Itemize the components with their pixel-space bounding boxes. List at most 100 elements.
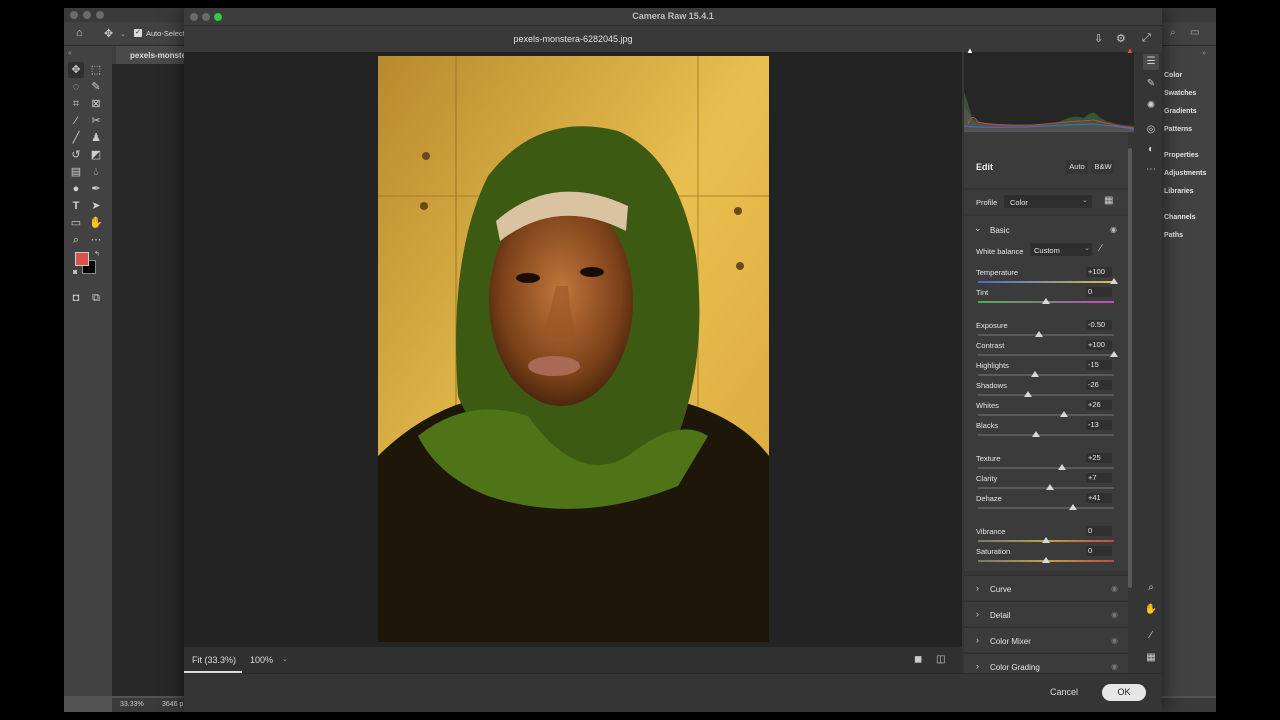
gear-icon[interactable]: ⚙ xyxy=(1116,32,1126,45)
collapse-icon[interactable]: « xyxy=(68,50,72,57)
frame-tool-icon[interactable]: ⊠ xyxy=(88,96,104,112)
expand-panels-icon[interactable]: » xyxy=(1202,50,1206,57)
more-icon[interactable]: ⋯ xyxy=(1143,162,1159,178)
panel-channels[interactable]: Channels xyxy=(1164,214,1196,221)
grid-overlay-icon[interactable]: ▦ xyxy=(1143,650,1159,666)
panel-scrollbar[interactable] xyxy=(1128,148,1132,588)
healing-tool-icon[interactable]: ✂ xyxy=(88,113,104,129)
single-view-icon[interactable]: ◼ xyxy=(914,654,922,665)
zoom-icon[interactable]: ⌕ xyxy=(1143,580,1159,596)
slider-track[interactable] xyxy=(978,374,1114,376)
slider-thumb[interactable] xyxy=(1035,331,1044,337)
panel-adjustments[interactable]: Adjustments xyxy=(1164,170,1206,177)
hand-tool-icon[interactable]: ✋ xyxy=(88,215,104,231)
slider-value-field[interactable]: -0.50 xyxy=(1086,320,1112,330)
path-select-tool-icon[interactable]: ➤ xyxy=(88,198,104,214)
slider-track[interactable] xyxy=(978,354,1114,356)
slider-thumb[interactable] xyxy=(1024,391,1033,397)
minimize-window-button[interactable] xyxy=(83,11,91,19)
panel-libraries[interactable]: Libraries xyxy=(1164,188,1194,195)
healing-icon[interactable]: ✺ xyxy=(1143,98,1159,114)
slider-value-field[interactable]: +100 xyxy=(1086,267,1112,277)
auto-select-checkbox[interactable]: ✓ xyxy=(134,29,142,37)
brush-tool-icon[interactable]: ╱ xyxy=(68,130,84,146)
color-sampler-icon[interactable]: ⁄ xyxy=(1143,628,1159,644)
eye-icon[interactable]: ◉ xyxy=(1111,584,1118,593)
highlight-clipping-icon[interactable]: ▲ xyxy=(1126,46,1134,55)
eye-icon[interactable]: ◉ xyxy=(1111,610,1118,619)
slider-value-field[interactable]: +41 xyxy=(1086,493,1112,503)
foreground-color-swatch[interactable] xyxy=(75,252,89,266)
type-tool-icon[interactable]: T xyxy=(68,198,84,214)
masking-icon[interactable]: ◎ xyxy=(1143,122,1159,138)
panel-patterns[interactable]: Patterns xyxy=(1164,126,1192,133)
gradient-tool-icon[interactable]: ▤ xyxy=(68,164,84,180)
quick-mask-icon[interactable]: ◘ xyxy=(68,290,84,306)
before-after-icon[interactable]: ◫ xyxy=(936,654,945,665)
slider-value-field[interactable]: -26 xyxy=(1086,380,1112,390)
screen-mode-icon[interactable]: ⧉ xyxy=(88,290,104,306)
fullscreen-toggle-icon[interactable]: ⤢ xyxy=(1142,32,1151,45)
profile-browser-icon[interactable]: ▦ xyxy=(1104,195,1113,206)
stamp-tool-icon[interactable]: ♟ xyxy=(88,130,104,146)
save-icon[interactable]: ⇩ xyxy=(1094,32,1103,45)
slider-thumb[interactable] xyxy=(1059,411,1068,417)
chevron-down-icon[interactable]: ⌄ xyxy=(120,30,126,38)
slider-value-field[interactable]: -13 xyxy=(1086,420,1112,430)
cancel-button[interactable]: Cancel xyxy=(1050,687,1078,697)
slider-track[interactable] xyxy=(978,414,1114,416)
panel-swatches[interactable]: Swatches xyxy=(1164,90,1196,97)
crop-tool-icon[interactable]: ⌗ xyxy=(68,96,84,112)
quick-select-tool-icon[interactable]: ✎ xyxy=(88,79,104,95)
shadow-clipping-icon[interactable]: ▲ xyxy=(966,46,974,55)
profile-select[interactable]: Color ⌄ xyxy=(1004,195,1092,208)
eye-icon[interactable]: ◉ xyxy=(1111,662,1118,671)
slider-track[interactable] xyxy=(978,507,1114,509)
slider-value-field[interactable]: +100 xyxy=(1086,340,1112,350)
zoom-100-button[interactable]: 100% xyxy=(250,655,273,665)
history-brush-icon[interactable]: ↺ xyxy=(68,147,84,163)
slider-track[interactable] xyxy=(978,281,1114,283)
ok-button[interactable]: OK xyxy=(1102,684,1146,701)
panel-color[interactable]: Color xyxy=(1164,72,1182,79)
slider-track[interactable] xyxy=(978,334,1114,336)
home-icon[interactable]: ⌂ xyxy=(76,27,83,39)
zoom-fit-button[interactable]: Fit (33.3%) xyxy=(184,647,242,673)
blur-tool-icon[interactable]: 💧︎ xyxy=(88,164,104,180)
slider-value-field[interactable]: +7 xyxy=(1086,473,1112,483)
eye-icon[interactable]: ◉ xyxy=(1111,636,1118,645)
search-icon[interactable]: ⌕ xyxy=(1170,27,1176,38)
move-tool-icon[interactable]: ✥ xyxy=(104,27,113,40)
slider-thumb[interactable] xyxy=(1042,557,1050,563)
slider-track[interactable] xyxy=(978,394,1114,396)
slider-thumb[interactable] xyxy=(1069,504,1078,510)
hand-icon[interactable]: ✋ xyxy=(1143,602,1159,618)
slider-track[interactable] xyxy=(978,467,1114,469)
section-color-mixer[interactable]: › Color Mixer ◉ xyxy=(964,627,1128,652)
slider-thumb[interactable] xyxy=(1058,464,1067,470)
slider-value-field[interactable]: 0 xyxy=(1086,526,1112,536)
section-detail[interactable]: › Detail ◉ xyxy=(964,601,1128,626)
workspace-icon[interactable]: ▭ xyxy=(1190,27,1199,38)
default-colors-icon[interactable]: ◙ xyxy=(73,269,77,276)
close-window-button[interactable] xyxy=(70,11,78,19)
more-tools-icon[interactable]: ⋯ xyxy=(88,232,104,248)
slider-value-field[interactable]: +26 xyxy=(1086,400,1112,410)
slider-value-field[interactable]: 0 xyxy=(1086,546,1112,556)
slider-thumb[interactable] xyxy=(1031,371,1040,377)
move-tool-icon[interactable]: ✥ xyxy=(68,62,84,78)
section-color-grading[interactable]: › Color Grading ◉ xyxy=(964,653,1128,673)
slider-track[interactable] xyxy=(978,434,1114,436)
section-curve[interactable]: › Curve ◉ xyxy=(964,575,1128,600)
marquee-tool-icon[interactable]: ⬚ xyxy=(88,62,104,78)
panel-gradients[interactable]: Gradients xyxy=(1164,108,1197,115)
edit-sliders-icon[interactable]: ☰ xyxy=(1143,54,1159,70)
rectangle-tool-icon[interactable]: ▭ xyxy=(68,215,84,231)
pen-tool-icon[interactable]: ✒ xyxy=(88,181,104,197)
crop-rotate-icon[interactable]: ✎ xyxy=(1143,76,1159,92)
swap-colors-icon[interactable]: ↰ xyxy=(94,250,100,258)
zoom-window-button[interactable] xyxy=(96,11,104,19)
slider-thumb[interactable] xyxy=(1110,278,1118,284)
photo-preview[interactable] xyxy=(378,56,769,642)
eraser-tool-icon[interactable]: ◩ xyxy=(88,147,104,163)
